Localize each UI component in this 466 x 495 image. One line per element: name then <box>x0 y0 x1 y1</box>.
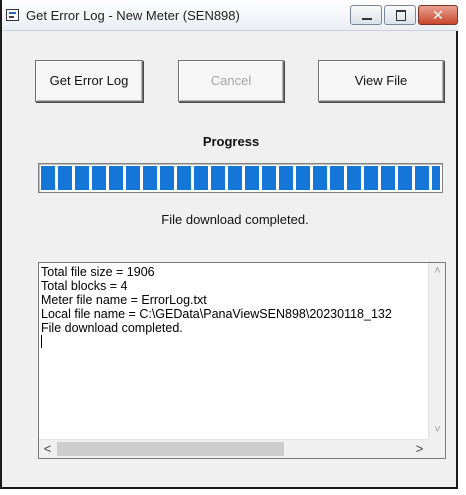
error-log-dialog: Get Error Log - New Meter (SEN898) ✕ Get… <box>0 0 458 489</box>
cancel-button[interactable]: Cancel <box>178 60 284 102</box>
horizontal-scrollbar[interactable]: < > <box>39 439 428 458</box>
get-error-log-button[interactable]: Get Error Log <box>35 60 143 102</box>
view-file-button[interactable]: View File <box>318 60 444 102</box>
maximize-button[interactable] <box>384 5 416 25</box>
scrollbar-corner <box>428 439 445 458</box>
scroll-right-icon[interactable]: > <box>411 440 428 457</box>
log-line: File download completed. <box>41 321 183 335</box>
log-line: Total blocks = 4 <box>41 279 128 293</box>
close-button[interactable]: ✕ <box>418 5 458 25</box>
window-title: Get Error Log - New Meter (SEN898) <box>26 8 240 23</box>
close-icon: ✕ <box>432 7 444 23</box>
log-textarea[interactable]: Total file size = 1906 Total blocks = 4 … <box>38 262 446 459</box>
progress-label: Progress <box>202 134 260 149</box>
vertical-scrollbar[interactable]: ˄ ˅ <box>428 263 445 439</box>
log-line: Local file name = C:\GEData\PanaViewSEN8… <box>41 307 392 321</box>
scroll-up-icon[interactable]: ˄ <box>429 263 445 280</box>
text-cursor <box>41 335 42 348</box>
log-line: Meter file name = ErrorLog.txt <box>41 293 207 307</box>
log-content[interactable]: Total file size = 1906 Total blocks = 4 … <box>41 265 423 436</box>
status-text: File download completed. <box>161 212 309 227</box>
log-line: Total file size = 1906 <box>41 265 155 279</box>
progress-fill <box>41 166 440 190</box>
scroll-left-icon[interactable]: < <box>39 440 56 457</box>
scroll-down-icon[interactable]: ˅ <box>429 422 445 439</box>
horizontal-scroll-thumb[interactable] <box>57 442 284 456</box>
title-bar[interactable]: Get Error Log - New Meter (SEN898) ✕ <box>2 0 458 31</box>
minimize-button[interactable] <box>350 5 382 25</box>
app-icon[interactable] <box>6 9 19 21</box>
progress-bar <box>38 163 443 193</box>
